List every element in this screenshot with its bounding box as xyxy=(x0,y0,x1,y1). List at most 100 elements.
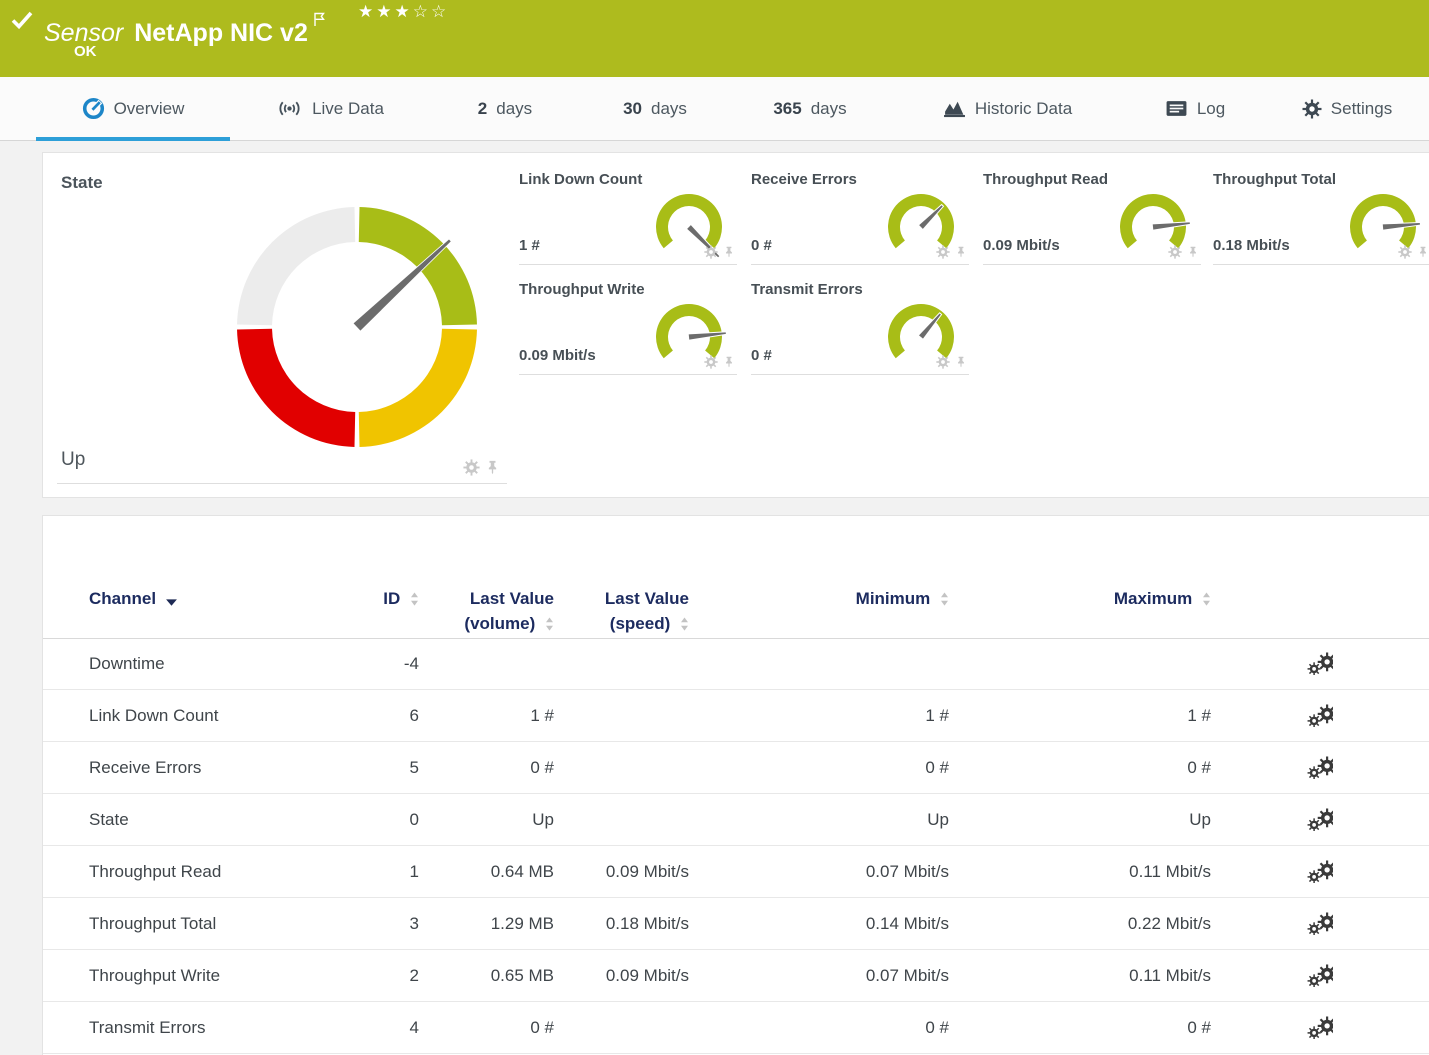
channel-settings-button[interactable] xyxy=(1306,912,1333,935)
table-row[interactable]: Link Down Count 6 1 # 1 # 1 # xyxy=(43,690,1429,742)
col-header-channel[interactable]: Channel xyxy=(89,586,293,636)
double-gear-icon xyxy=(1306,912,1333,935)
cell-minimum xyxy=(689,638,949,689)
tab-label: Historic Data xyxy=(975,99,1072,119)
table-row[interactable]: Throughput Read 1 0.64 MB 0.09 Mbit/s 0.… xyxy=(43,846,1429,898)
col-header-id[interactable]: ID xyxy=(293,586,419,636)
state-panel-title: State xyxy=(61,173,103,193)
double-gear-icon xyxy=(1306,704,1333,727)
tab-label: days xyxy=(651,99,687,119)
double-gear-icon xyxy=(1306,964,1333,987)
tab-log[interactable]: Log xyxy=(1125,77,1265,140)
tab-number: 2 xyxy=(478,99,487,119)
panel-gear-button[interactable] xyxy=(936,245,950,259)
tab-live-data[interactable]: Live Data xyxy=(230,77,430,140)
sensor-name: NetApp NIC v2 xyxy=(134,19,308,47)
col-header-last-value-volume[interactable]: Last Value (volume) xyxy=(419,586,554,636)
gauge-title: Transmit Errors xyxy=(751,281,863,298)
double-gear-icon xyxy=(1306,756,1333,779)
table-row[interactable]: Transmit Errors 4 0 # 0 # 0 # xyxy=(43,1002,1429,1054)
table-row[interactable]: Receive Errors 5 0 # 0 # 0 # xyxy=(43,742,1429,794)
panel-pin-button[interactable] xyxy=(1187,245,1199,259)
sensor-title: SensorNetApp NIC v2 xyxy=(44,5,325,48)
status-check-icon xyxy=(11,11,33,34)
cell-channel: Throughput Read xyxy=(89,846,293,897)
cell-last-value-speed xyxy=(554,638,689,689)
panel-gear-button[interactable] xyxy=(463,459,480,476)
channel-settings-button[interactable] xyxy=(1306,1016,1333,1039)
flag-icon xyxy=(313,5,325,33)
channel-settings-button[interactable] xyxy=(1306,808,1333,831)
gauge-value: 0.18 Mbit/s xyxy=(1213,237,1290,254)
col-header-last-value-speed[interactable]: Last Value (speed) xyxy=(554,586,689,636)
tab-historic-data[interactable]: Historic Data xyxy=(890,77,1125,140)
table-row[interactable]: Throughput Total 3 1.29 MB 0.18 Mbit/s 0… xyxy=(43,898,1429,950)
gauge-panel-divider xyxy=(519,264,737,265)
tab-label: Overview xyxy=(114,99,185,119)
panel-pin-button[interactable] xyxy=(723,245,735,259)
table-row[interactable]: Downtime -4 xyxy=(43,638,1429,690)
gauge-panel-divider xyxy=(751,264,969,265)
cell-last-value-speed xyxy=(554,690,689,741)
gauge-value: 0 # xyxy=(751,237,772,254)
channel-settings-button[interactable] xyxy=(1306,704,1333,727)
cell-channel: State xyxy=(89,794,293,845)
tab-30-days[interactable]: 30 days xyxy=(580,77,730,140)
double-gear-icon xyxy=(1306,1016,1333,1039)
gauge-title: Receive Errors xyxy=(751,171,857,188)
cell-id: 4 xyxy=(293,1002,419,1053)
table-row[interactable]: State 0 Up Up Up xyxy=(43,794,1429,846)
gauge-panel-link-down-count: Link Down Count 1 # xyxy=(519,171,737,265)
panel-gear-button[interactable] xyxy=(1168,245,1182,259)
cell-channel: Throughput Total xyxy=(89,898,293,949)
tab-overview[interactable]: Overview xyxy=(36,77,230,140)
panel-pin-button[interactable] xyxy=(485,459,500,476)
cell-last-value-volume xyxy=(419,638,554,689)
tab-label: Settings xyxy=(1331,99,1392,119)
cell-minimum: 0.07 Mbit/s xyxy=(689,950,949,1001)
cell-channel: Receive Errors xyxy=(89,742,293,793)
tab-settings[interactable]: Settings xyxy=(1265,77,1429,140)
panel-pin-button[interactable] xyxy=(955,355,967,369)
panel-gear-button[interactable] xyxy=(936,355,950,369)
tab-2-days[interactable]: 2days xyxy=(430,77,580,140)
tab-number: 30 xyxy=(623,99,642,119)
cell-last-value-speed xyxy=(554,742,689,793)
gauge-panel-divider xyxy=(1213,264,1429,265)
gauge-panel-divider xyxy=(751,374,969,375)
gauge-title: Throughput Write xyxy=(519,281,645,298)
gauge-title: Throughput Total xyxy=(1213,171,1336,188)
channel-settings-button[interactable] xyxy=(1306,756,1333,779)
col-header-maximum[interactable]: Maximum xyxy=(949,586,1211,636)
panel-gear-button[interactable] xyxy=(1398,245,1412,259)
state-gauge xyxy=(227,197,487,462)
tab-365-days[interactable]: 365days xyxy=(730,77,890,140)
col-header-minimum[interactable]: Minimum xyxy=(689,586,949,636)
panel-pin-button[interactable] xyxy=(955,245,967,259)
channel-settings-button[interactable] xyxy=(1306,652,1333,675)
cell-id: 6 xyxy=(293,690,419,741)
panel-gear-button[interactable] xyxy=(704,355,718,369)
cell-channel: Throughput Write xyxy=(89,950,293,1001)
cell-id: 5 xyxy=(293,742,419,793)
gauge-icon xyxy=(82,97,105,120)
state-value: Up xyxy=(61,449,85,471)
cell-last-value-volume: 1.29 MB xyxy=(419,898,554,949)
gauges-card: State Up Link Down Count 1 # Receive Err… xyxy=(42,152,1429,498)
priority-stars[interactable]: ★★★☆☆ xyxy=(358,2,449,22)
cell-maximum xyxy=(949,638,1211,689)
channel-settings-button[interactable] xyxy=(1306,860,1333,883)
gauge-panel-divider xyxy=(519,374,737,375)
gauge-value: 0 # xyxy=(751,347,772,364)
channel-settings-button[interactable] xyxy=(1306,964,1333,987)
panel-gear-button[interactable] xyxy=(704,245,718,259)
gauge-title: Throughput Read xyxy=(983,171,1108,188)
panel-pin-button[interactable] xyxy=(723,355,735,369)
segment-gray xyxy=(237,207,355,325)
cell-maximum: Up xyxy=(949,794,1211,845)
cell-id: 1 xyxy=(293,846,419,897)
table-row[interactable]: Throughput Write 2 0.65 MB 0.09 Mbit/s 0… xyxy=(43,950,1429,1002)
panel-pin-button[interactable] xyxy=(1417,245,1429,259)
cell-minimum: 0.14 Mbit/s xyxy=(689,898,949,949)
cell-last-value-volume: Up xyxy=(419,794,554,845)
